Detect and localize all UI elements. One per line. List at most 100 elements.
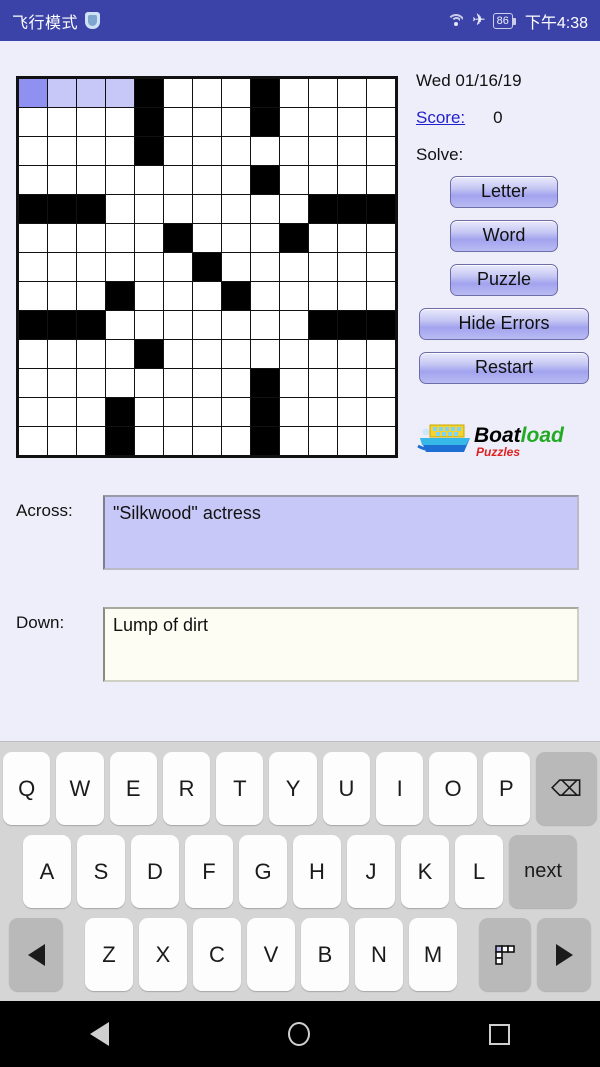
grid-cell[interactable] (222, 137, 250, 165)
grid-cell[interactable] (338, 137, 366, 165)
grid-cell[interactable] (222, 369, 250, 397)
grid-cell[interactable] (309, 166, 337, 194)
grid-cell[interactable] (193, 166, 221, 194)
grid-cell[interactable] (77, 369, 105, 397)
grid-cell[interactable] (164, 195, 192, 223)
grid-cell[interactable] (193, 340, 221, 368)
key-t[interactable]: T (216, 752, 264, 825)
key-q[interactable]: Q (2, 752, 51, 825)
grid-cell[interactable] (280, 79, 308, 107)
grid-cell[interactable] (338, 427, 366, 455)
solve-letter-button[interactable]: Letter (450, 176, 558, 208)
back-icon[interactable] (89, 1022, 109, 1046)
grid-cell[interactable] (222, 340, 250, 368)
key-d[interactable]: D (131, 835, 179, 908)
key-next[interactable]: next (509, 835, 577, 908)
grid-cell[interactable] (48, 369, 76, 397)
grid-cell[interactable] (193, 311, 221, 339)
restart-button[interactable]: Restart (419, 352, 589, 384)
grid-cell[interactable] (367, 224, 395, 252)
crossword-grid[interactable] (16, 76, 398, 458)
grid-cell[interactable] (106, 253, 134, 281)
grid-cell[interactable] (77, 282, 105, 310)
grid-cell[interactable] (135, 398, 163, 426)
grid-cell[interactable] (164, 166, 192, 194)
grid-cell[interactable] (367, 369, 395, 397)
grid-cell[interactable] (222, 311, 250, 339)
grid-cell[interactable] (48, 137, 76, 165)
grid-cell[interactable] (19, 340, 47, 368)
grid-cell[interactable] (338, 398, 366, 426)
grid-cell[interactable] (251, 253, 279, 281)
grid-cell[interactable] (19, 108, 47, 136)
key-o[interactable]: O (429, 752, 477, 825)
grid-cell[interactable] (106, 108, 134, 136)
key-u[interactable]: U (322, 752, 371, 825)
grid-cell[interactable] (135, 282, 163, 310)
grid-cell[interactable] (135, 195, 163, 223)
grid-cell[interactable] (77, 224, 105, 252)
grid-cell[interactable] (367, 427, 395, 455)
grid-cell[interactable] (135, 224, 163, 252)
grid-cell[interactable] (309, 79, 337, 107)
grid-cell[interactable] (222, 398, 250, 426)
key-c[interactable]: C (193, 918, 241, 991)
key-arrow-left[interactable] (9, 918, 63, 991)
grid-cell[interactable] (280, 166, 308, 194)
grid-cell[interactable] (164, 79, 192, 107)
grid-cell[interactable] (222, 195, 250, 223)
grid-cell[interactable] (164, 398, 192, 426)
grid-cell[interactable] (106, 166, 134, 194)
grid-cell[interactable] (367, 340, 395, 368)
key-f[interactable]: F (185, 835, 233, 908)
grid-cell[interactable] (164, 108, 192, 136)
grid-cell[interactable] (222, 253, 250, 281)
grid-cell[interactable] (77, 137, 105, 165)
across-clue-text[interactable]: "Silkwood" actress (103, 495, 579, 570)
grid-cell[interactable] (48, 253, 76, 281)
key-b[interactable]: B (301, 918, 349, 991)
grid-cell[interactable] (309, 398, 337, 426)
key-j[interactable]: J (347, 835, 395, 908)
grid-cell[interactable] (251, 311, 279, 339)
grid-cell[interactable] (135, 253, 163, 281)
key-y[interactable]: Y (269, 752, 317, 825)
grid-cell[interactable] (222, 79, 250, 107)
grid-cell[interactable] (48, 79, 76, 107)
grid-cell[interactable] (135, 427, 163, 455)
key-v[interactable]: V (247, 918, 295, 991)
grid-cell[interactable] (135, 166, 163, 194)
grid-cell[interactable] (48, 398, 76, 426)
grid-cell[interactable] (193, 108, 221, 136)
grid-cell[interactable] (251, 282, 279, 310)
grid-cell[interactable] (367, 282, 395, 310)
grid-cell[interactable] (193, 224, 221, 252)
recents-icon[interactable] (489, 1023, 511, 1045)
grid-cell[interactable] (48, 166, 76, 194)
key-i[interactable]: I (376, 752, 424, 825)
grid-cell[interactable] (77, 398, 105, 426)
grid-cell[interactable] (48, 108, 76, 136)
grid-cell[interactable] (367, 79, 395, 107)
grid-cell[interactable] (338, 369, 366, 397)
key-g[interactable]: G (239, 835, 287, 908)
grid-cell[interactable] (309, 340, 337, 368)
grid-cell[interactable] (106, 340, 134, 368)
key-r[interactable]: R (162, 752, 211, 825)
grid-cell[interactable] (19, 369, 47, 397)
grid-cell[interactable] (193, 195, 221, 223)
grid-cell[interactable] (338, 282, 366, 310)
key-s[interactable]: S (77, 835, 125, 908)
grid-cell[interactable] (19, 427, 47, 455)
solve-word-button[interactable]: Word (450, 220, 558, 252)
grid-cell[interactable] (222, 166, 250, 194)
grid-cell[interactable] (164, 340, 192, 368)
grid-cell[interactable] (280, 195, 308, 223)
grid-cell[interactable] (338, 224, 366, 252)
grid-cell[interactable] (164, 311, 192, 339)
grid-cell[interactable] (19, 253, 47, 281)
grid-cell[interactable] (338, 340, 366, 368)
key-k[interactable]: K (401, 835, 449, 908)
grid-cell[interactable] (280, 398, 308, 426)
grid-cell[interactable] (19, 79, 47, 107)
